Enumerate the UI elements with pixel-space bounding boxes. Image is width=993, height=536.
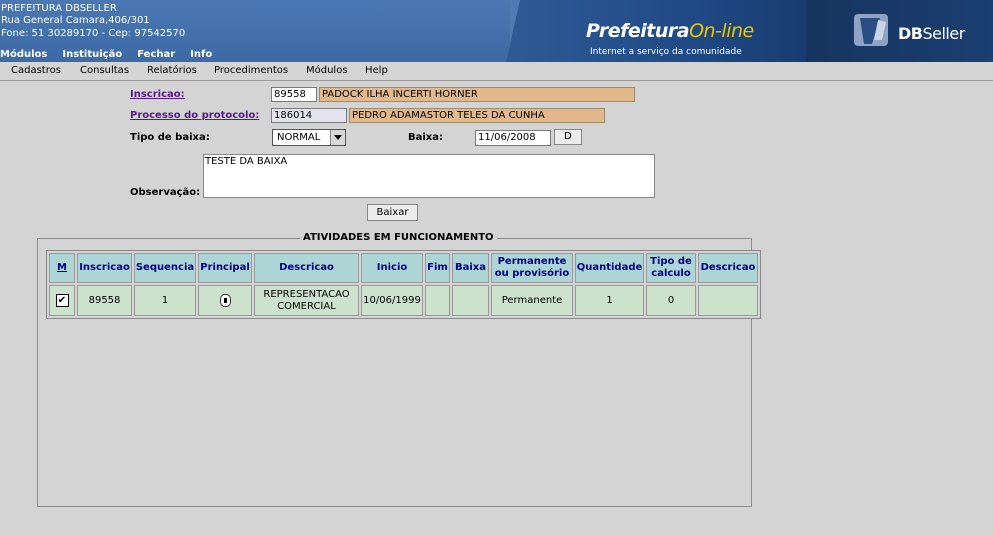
chevron-down-icon	[330, 130, 345, 145]
protocolo-name-field: PEDRO ADAMASTOR TELES DA CUNHA	[349, 108, 605, 123]
menu-procedimentos[interactable]: Procedimentos	[214, 65, 288, 76]
observacao-textarea[interactable]: TESTE DA BAIXA	[203, 154, 655, 198]
dbseller-logo-icon	[854, 14, 888, 46]
menu-modulos[interactable]: Módulos	[306, 65, 348, 76]
dbseller-brand-text: DBSeller	[898, 24, 965, 43]
top-menu-info[interactable]: Info	[190, 49, 212, 60]
tipo-baixa-label: Tipo de baixa:	[130, 132, 210, 143]
inscricao-name-field: PADOCK ILHA INCERTI HORNER	[319, 87, 635, 102]
header-banner: PREFEITURA DBSELLER Rua General Camara,4…	[0, 0, 993, 62]
cell-inscricao: 89558	[77, 285, 132, 316]
table-row: ✔ 89558 1 REPRESENTACAO COMERCIAL 10/06/…	[49, 285, 758, 316]
logo-tagline: Internet a serviço da comunidade	[590, 47, 742, 57]
col-header-permanente: Permanente ou provisório	[491, 253, 573, 283]
col-header-quantidade: Quantidade	[575, 253, 644, 283]
col-header-inscricao: Inscricao	[77, 253, 132, 283]
menu-bar: Cadastros Consultas Relatórios Procedime…	[0, 62, 993, 81]
cell-permanente: Permanente	[491, 285, 573, 316]
baixa-date-label: Baixa:	[408, 132, 443, 143]
cell-fim	[425, 285, 450, 316]
cell-descricao-2	[698, 285, 758, 316]
logo-online-text: On-line	[689, 20, 754, 42]
inscricao-link[interactable]: Inscricao:	[130, 89, 185, 100]
top-menu-fechar[interactable]: Fechar	[137, 49, 175, 60]
top-menu: Módulos Instituição Fechar Info	[0, 49, 227, 60]
menu-cadastros[interactable]: Cadastros	[11, 65, 61, 76]
col-header-descricao: Descricao	[254, 253, 359, 283]
top-menu-instituicao[interactable]: Instituição	[62, 49, 122, 60]
cell-baixa	[452, 285, 489, 316]
menu-consultas[interactable]: Consultas	[80, 65, 129, 76]
activities-legend: ATIVIDADES EM FUNCIONAMENTO	[300, 232, 497, 243]
baixa-date-input[interactable]: 11/06/2008	[475, 130, 551, 146]
brand-seller: Seller	[922, 24, 965, 43]
col-header-descricao-2: Descricao	[698, 253, 758, 283]
baixar-button[interactable]: Baixar	[367, 204, 418, 221]
prefeitura-online-logo: PrefeituraOn-line	[586, 20, 754, 42]
row-checkbox[interactable]: ✔	[55, 294, 69, 307]
row-checkbox-cell: ✔	[49, 285, 75, 316]
cell-tipo-calculo: 0	[646, 285, 696, 316]
top-menu-modulos[interactable]: Módulos	[0, 49, 47, 60]
date-picker-button[interactable]: D	[554, 129, 582, 145]
col-header-baixa: Baixa	[452, 253, 489, 283]
cell-sequencia: 1	[134, 285, 196, 316]
col-header-inicio: Inicio	[361, 253, 423, 283]
org-contact: Fone: 51 30289170 - Cep: 97542570	[1, 28, 186, 39]
tipo-baixa-value: NORMAL	[277, 132, 321, 143]
col-header-m[interactable]: M	[49, 253, 75, 283]
tipo-baixa-select[interactable]: NORMAL	[272, 129, 346, 146]
org-address: Rua General Camara,406/301	[1, 15, 150, 26]
table-header-row: M Inscricao Sequencia Principal Descrica…	[49, 253, 758, 283]
org-name: PREFEITURA DBSELLER	[1, 3, 117, 14]
col-header-tipo-calculo: Tipo de calculo	[646, 253, 696, 283]
principal-radio[interactable]	[219, 293, 231, 307]
brand-db: DB	[898, 24, 923, 43]
protocolo-link[interactable]: Processo do protocolo:	[130, 110, 259, 121]
observacao-label: Observação:	[130, 187, 201, 198]
cell-quantidade: 1	[575, 285, 644, 316]
logo-main-text: Prefeitura	[586, 20, 690, 42]
cell-descricao: REPRESENTACAO COMERCIAL	[254, 285, 359, 316]
cell-inicio: 10/06/1999	[361, 285, 423, 316]
cell-principal	[198, 285, 252, 316]
activities-table: M Inscricao Sequencia Principal Descrica…	[46, 250, 761, 319]
col-header-fim: Fim	[425, 253, 450, 283]
menu-relatorios[interactable]: Relatórios	[147, 65, 197, 76]
protocolo-input[interactable]: 186014	[271, 108, 347, 123]
menu-help[interactable]: Help	[365, 65, 388, 76]
inscricao-input[interactable]: 89558	[271, 87, 317, 102]
col-header-principal: Principal	[198, 253, 252, 283]
col-header-sequencia: Sequencia	[134, 253, 196, 283]
